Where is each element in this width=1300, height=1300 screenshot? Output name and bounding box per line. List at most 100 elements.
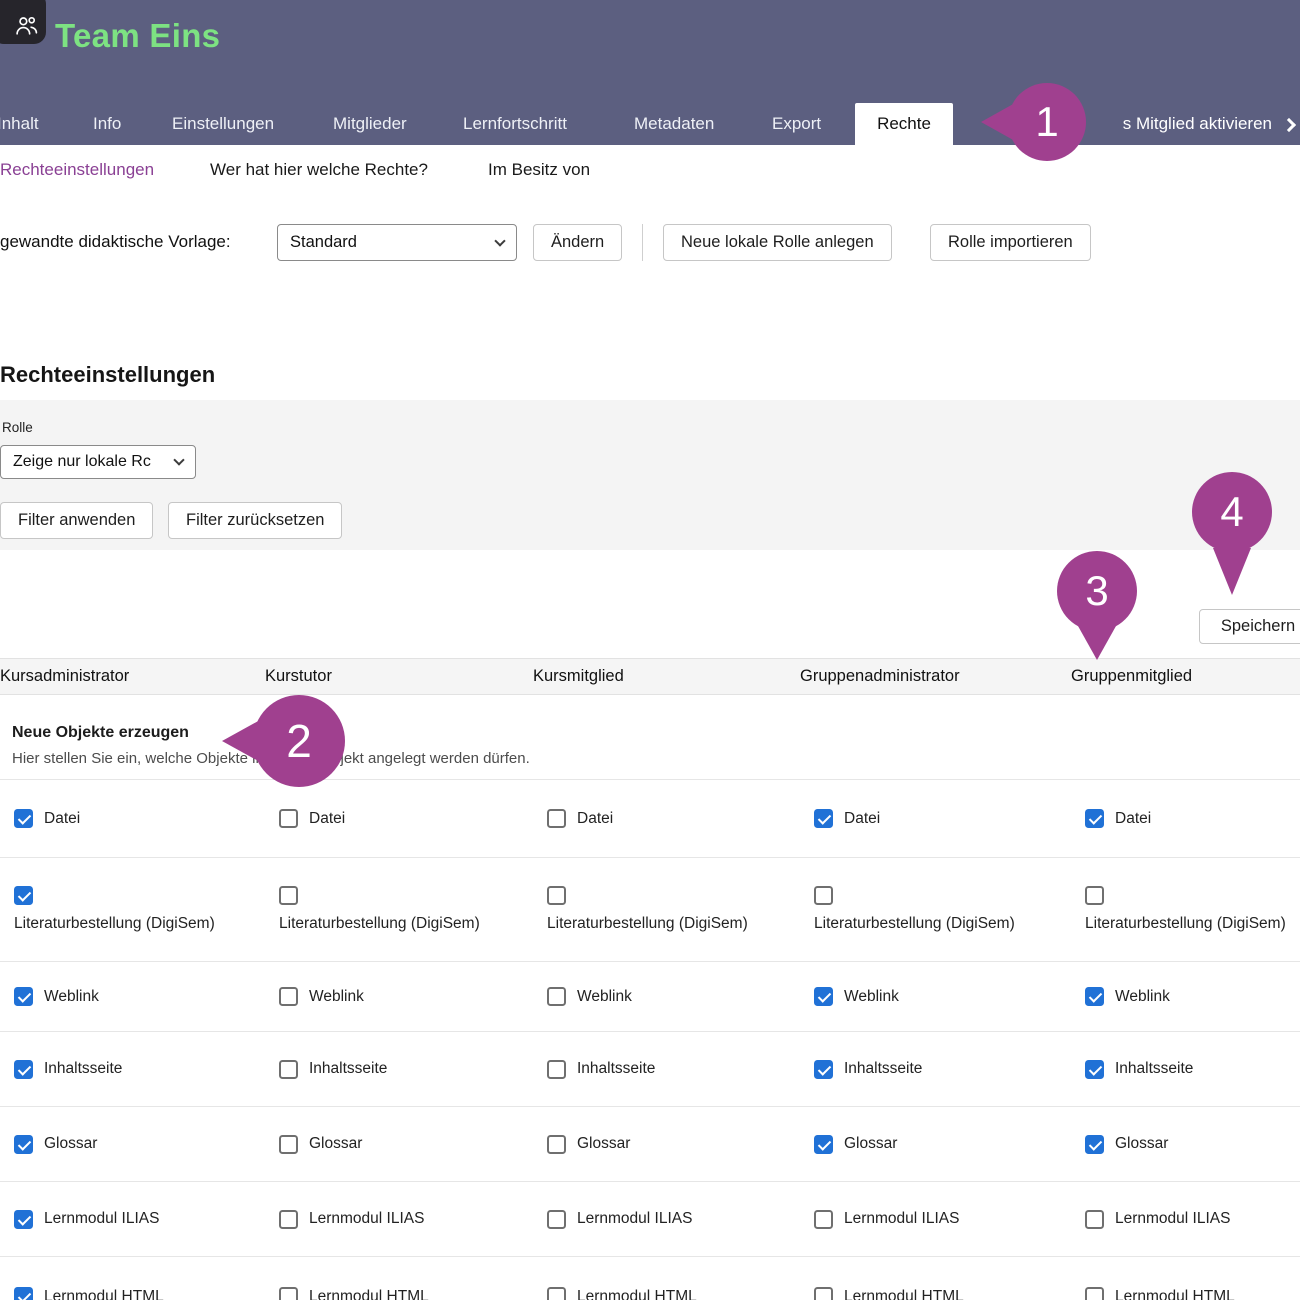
checkbox-label: Datei: [844, 810, 880, 828]
filter-reset-button[interactable]: Filter zurücksetzen: [168, 502, 342, 539]
checkbox[interactable]: [279, 987, 298, 1006]
table-row-datei: Datei Datei Datei Datei Datei: [0, 780, 1300, 858]
callout-4: 4: [1192, 472, 1272, 552]
checkbox[interactable]: [814, 809, 833, 828]
checkbox-label: Weblink: [309, 988, 364, 1006]
checkbox[interactable]: [547, 987, 566, 1006]
checkbox[interactable]: [814, 1060, 833, 1079]
permission-cell: Inhaltsseite: [265, 1032, 533, 1106]
checkbox[interactable]: [14, 1210, 33, 1229]
checkbox-label: Weblink: [44, 988, 99, 1006]
checkbox-label: Lernmodul ILIAS: [44, 1210, 159, 1228]
checkbox[interactable]: [1085, 1135, 1104, 1154]
tabbar-member-action[interactable]: s Mitglied aktivieren: [1123, 103, 1294, 145]
callout-tail: [1213, 548, 1251, 595]
permission-cell: Datei: [800, 780, 1071, 857]
checkbox[interactable]: [14, 809, 33, 828]
checkbox-label: Glossar: [44, 1135, 97, 1153]
checkbox[interactable]: [1085, 886, 1104, 905]
role-filter-select-value: Zeige nur lokale Rc: [13, 453, 151, 471]
checkbox[interactable]: [547, 1135, 566, 1154]
checkbox[interactable]: [1085, 987, 1104, 1006]
tab-einstellungen[interactable]: Einstellungen: [172, 103, 274, 145]
permission-cell: Weblink: [533, 962, 800, 1031]
checkbox[interactable]: [814, 1135, 833, 1154]
import-role-button[interactable]: Rolle importieren: [930, 224, 1091, 261]
tab-rechte[interactable]: Rechte: [855, 103, 953, 145]
permission-cell: Literaturbestellung (DigiSem): [1071, 858, 1300, 961]
permission-cell: Lernmodul HTML: [800, 1257, 1071, 1300]
checkbox[interactable]: [547, 1287, 566, 1300]
section-title: Rechteeinstellungen: [0, 362, 215, 388]
tab-export[interactable]: Export: [772, 103, 821, 145]
checkbox[interactable]: [14, 1060, 33, 1079]
tab-inhalt[interactable]: Inhalt: [0, 103, 39, 145]
checkbox[interactable]: [14, 1287, 33, 1300]
permission-cell: Datei: [533, 780, 800, 857]
permission-cell: Glossar: [533, 1107, 800, 1181]
role-filter-select[interactable]: Zeige nur lokale Rc: [0, 445, 196, 479]
page: Team Eins Inhalt Info Einstellungen Mitg…: [0, 0, 1300, 1300]
checkbox[interactable]: [14, 987, 33, 1006]
subtab-wer-hat-welche-rechte[interactable]: Wer hat hier welche Rechte?: [210, 160, 428, 180]
role-filter-label: Rolle: [2, 420, 33, 435]
table-row-inhaltsseite: Inhaltsseite Inhaltsseite Inhaltsseite I…: [0, 1032, 1300, 1107]
checkbox-label: Glossar: [577, 1135, 630, 1153]
callout-tail: [1078, 626, 1116, 660]
checkbox[interactable]: [1085, 1287, 1104, 1300]
permission-cell: Lernmodul HTML: [1071, 1257, 1300, 1300]
permission-cell: Datei: [1071, 780, 1300, 857]
tab-bar: Inhalt Info Einstellungen Mitglieder Ler…: [0, 103, 1300, 145]
new-local-role-button[interactable]: Neue lokale Rolle anlegen: [663, 224, 892, 261]
checkbox[interactable]: [1085, 809, 1104, 828]
app-logo[interactable]: [0, 0, 46, 44]
checkbox[interactable]: [279, 1287, 298, 1300]
checkbox[interactable]: [279, 1135, 298, 1154]
checkbox[interactable]: [14, 1135, 33, 1154]
save-button[interactable]: Speichern: [1199, 609, 1300, 644]
checkbox-label: Inhaltsseite: [844, 1060, 922, 1078]
checkbox-label: Datei: [309, 810, 345, 828]
filter-apply-button[interactable]: Filter anwenden: [0, 502, 153, 539]
checkbox-label: Literaturbestellung (DigiSem): [814, 915, 1015, 933]
checkbox[interactable]: [279, 1060, 298, 1079]
checkbox-label: Datei: [44, 810, 80, 828]
checkbox[interactable]: [547, 1060, 566, 1079]
tab-mitglieder[interactable]: Mitglieder: [333, 103, 407, 145]
permission-cell: Glossar: [800, 1107, 1071, 1181]
subtab-im-besitz-von[interactable]: Im Besitz von: [488, 160, 590, 180]
permission-cell: Inhaltsseite: [0, 1032, 265, 1106]
column-gruppenadministrator: Gruppenadministrator: [800, 667, 1071, 686]
checkbox[interactable]: [279, 886, 298, 905]
permission-cell: Weblink: [0, 962, 265, 1031]
change-button[interactable]: Ändern: [533, 224, 622, 261]
checkbox-label: Lernmodul HTML: [577, 1288, 697, 1300]
checkbox[interactable]: [814, 987, 833, 1006]
permission-group-row: Neue Objekte erzeugen Hier stellen Sie e…: [0, 695, 1300, 780]
checkbox-label: Weblink: [844, 988, 899, 1006]
checkbox[interactable]: [814, 1210, 833, 1229]
checkbox-label: Lernmodul HTML: [1115, 1288, 1235, 1300]
checkbox[interactable]: [279, 809, 298, 828]
tab-info[interactable]: Info: [93, 103, 121, 145]
tab-lernfortschritt[interactable]: Lernfortschritt: [463, 103, 567, 145]
checkbox[interactable]: [814, 886, 833, 905]
checkbox[interactable]: [279, 1210, 298, 1229]
tab-metadaten[interactable]: Metadaten: [634, 103, 714, 145]
filter-panel: Rolle Zeige nur lokale Rc Filter anwende…: [0, 400, 1300, 550]
checkbox-label: Glossar: [844, 1135, 897, 1153]
checkbox[interactable]: [547, 1210, 566, 1229]
column-kursadministrator: Kursadministrator: [0, 667, 265, 686]
checkbox[interactable]: [14, 886, 33, 905]
checkbox[interactable]: [1085, 1060, 1104, 1079]
checkbox[interactable]: [547, 886, 566, 905]
callout-1: 1: [1008, 83, 1086, 161]
didactic-template-select[interactable]: Standard: [277, 224, 517, 261]
checkbox[interactable]: [814, 1287, 833, 1300]
checkbox[interactable]: [547, 809, 566, 828]
permission-cell: Weblink: [800, 962, 1071, 1031]
checkbox-label: Weblink: [577, 988, 632, 1006]
permission-cell: Datei: [265, 780, 533, 857]
subtab-rechteeinstellungen[interactable]: Rechteeinstellungen: [0, 160, 154, 180]
checkbox[interactable]: [1085, 1210, 1104, 1229]
